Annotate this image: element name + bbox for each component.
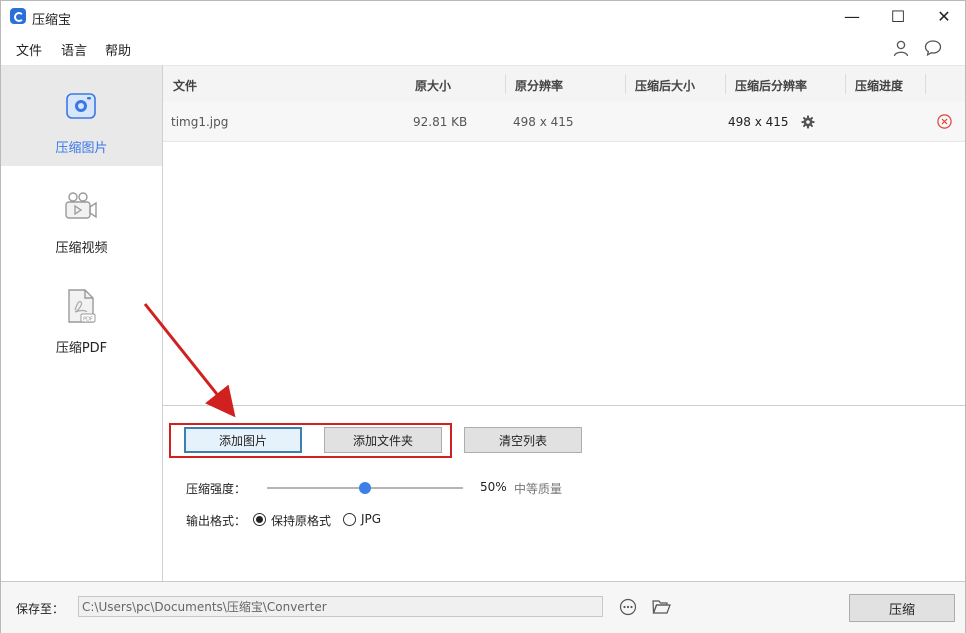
column-divider — [925, 74, 926, 94]
app-window: 压缩宝 — ☐ ✕ 文件 语言 帮助 压缩图片 压缩视频 PDF 压缩PDF 文… — [0, 0, 966, 633]
window-title: 压缩宝 — [32, 13, 72, 28]
maximize-button[interactable]: ☐ — [875, 1, 921, 32]
image-compress-icon — [66, 93, 96, 119]
column-divider — [505, 74, 506, 94]
add-folder-button[interactable]: 添加文件夹 — [324, 427, 442, 453]
remove-item-icon[interactable] — [937, 114, 952, 129]
column-header-resolution[interactable]: 原分辨率 — [515, 77, 563, 94]
column-header-compressed-size[interactable]: 压缩后大小 — [635, 77, 695, 94]
svg-text:PDF: PDF — [83, 317, 93, 323]
cell-compressed-resolution: 498 x 415 — [728, 115, 789, 129]
sidebar: 压缩图片 压缩视频 PDF 压缩PDF — [1, 65, 163, 582]
sidebar-item-video[interactable]: 压缩视频 — [1, 166, 162, 266]
sidebar-item-pdf[interactable]: PDF 压缩PDF — [1, 266, 162, 366]
title-bar: 压缩宝 — ☐ ✕ — [1, 1, 965, 32]
action-panel: 添加图片 添加文件夹 清空列表 压缩强度： 50% 中等质量 输出格式： 保持原… — [163, 405, 965, 582]
radio-jpg[interactable] — [343, 513, 356, 526]
cell-original-resolution: 498 x 415 — [513, 115, 574, 129]
pdf-compress-icon: PDF — [68, 289, 96, 323]
strength-percent: 50% — [480, 480, 507, 494]
add-image-button[interactable]: 添加图片 — [184, 427, 302, 453]
open-folder-icon[interactable] — [652, 598, 671, 615]
radio-keep-format-label[interactable]: 保持原格式 — [271, 512, 331, 529]
main-panel: 文件 原大小 原分辨率 压缩后大小 压缩后分辨率 压缩进度 timg1.jpg … — [163, 65, 965, 581]
column-header-progress[interactable]: 压缩进度 — [855, 77, 903, 94]
strength-label: 压缩强度： — [186, 482, 247, 496]
quality-text: 中等质量 — [514, 482, 563, 496]
menu-file[interactable]: 文件 — [16, 40, 42, 59]
video-compress-icon — [65, 192, 97, 219]
more-options-icon[interactable] — [619, 598, 637, 616]
cell-original-size: 92.81 KB — [413, 115, 468, 129]
format-label: 输出格式： — [186, 514, 247, 528]
radio-jpg-label[interactable]: JPG — [361, 512, 381, 526]
radio-keep-format[interactable] — [253, 513, 266, 526]
cell-file-name: timg1.jpg — [171, 115, 229, 129]
save-to-label: 保存至： — [16, 602, 65, 616]
sidebar-item-label: 压缩图片 — [55, 141, 108, 156]
column-divider — [845, 74, 846, 94]
footer-bar: 保存至： 压缩 — [1, 581, 965, 633]
column-header-file[interactable]: 文件 — [173, 77, 197, 94]
table-header: 文件 原大小 原分辨率 压缩后大小 压缩后分辨率 压缩进度 — [163, 65, 965, 103]
settings-gear-icon[interactable] — [801, 115, 815, 129]
output-path-field[interactable] — [78, 596, 603, 617]
clear-list-button[interactable]: 清空列表 — [464, 427, 582, 453]
column-divider — [725, 74, 726, 94]
sidebar-item-label: 压缩视频 — [55, 241, 108, 256]
feedback-chat-icon[interactable] — [924, 39, 942, 57]
close-button[interactable]: ✕ — [921, 1, 966, 32]
menu-language[interactable]: 语言 — [61, 40, 87, 59]
compress-button[interactable]: 压缩 — [849, 594, 955, 622]
column-divider — [625, 74, 626, 94]
minimize-button[interactable]: — — [829, 1, 875, 32]
menu-help[interactable]: 帮助 — [105, 40, 131, 59]
sidebar-item-image[interactable]: 压缩图片 — [1, 66, 162, 166]
app-logo-icon — [10, 8, 26, 24]
sidebar-item-label: 压缩PDF — [55, 341, 108, 356]
menu-bar: 文件 语言 帮助 — [1, 32, 965, 65]
column-header-compressed-resolution[interactable]: 压缩后分辨率 — [735, 77, 807, 94]
table-row[interactable]: timg1.jpg 92.81 KB 498 x 415 498 x 415 — [163, 102, 965, 142]
user-icon[interactable] — [892, 39, 910, 57]
strength-slider[interactable] — [267, 482, 463, 494]
column-header-size[interactable]: 原大小 — [415, 77, 451, 94]
slider-thumb[interactable] — [359, 482, 371, 494]
